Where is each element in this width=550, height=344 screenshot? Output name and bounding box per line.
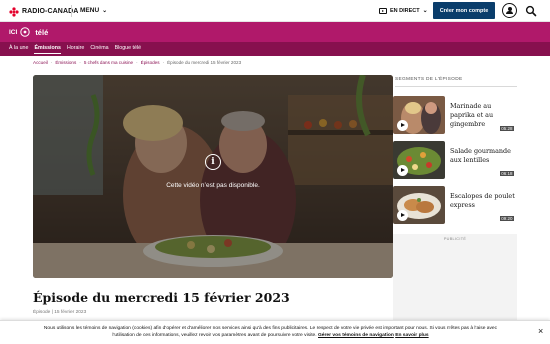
nav-item-emissions[interactable]: Émissions [34,45,61,54]
segment-duration: 06:18 [499,171,514,176]
breadcrumb-show[interactable]: 5 chefs dans ma cuisine [84,60,133,65]
breadcrumb-separator: · [136,60,138,65]
video-overlay [33,75,393,278]
top-bar: RADIO-CANADA MENU ⌄ EN DIRECT ⌄ Créer mo… [0,0,550,22]
segment-title[interactable]: Escalopes de poulet express [450,192,516,210]
brand-name: RADIO-CANADA [22,8,79,15]
ici-tele-logo[interactable]: ICI télé [9,27,48,37]
info-icon: i [205,154,221,170]
close-icon[interactable]: × [538,327,543,336]
video-unavailable-message: Cette vidéo n’est pas disponible. [166,182,260,189]
create-account-button[interactable]: Créer mon compte [433,2,495,19]
segment-title[interactable]: Salade gourmande aux lentilles [450,147,516,165]
chevron-down-icon: ⌄ [422,8,428,14]
cookie-banner: Nous utilisons les témoins de navigation… [0,320,550,344]
segment-card[interactable]: 05:28 Marinade au paprika et au gingembr… [393,96,517,134]
radio-canada-gem-icon [9,6,19,17]
breadcrumb-separator: · [79,60,81,65]
nav-item-horaire[interactable]: Horaire [67,45,84,54]
live-label: EN DIRECT [390,7,420,14]
ici-tele-header: ICI télé [0,22,550,42]
breadcrumb: Accueil · Émissions · 5 chefs dans ma cu… [33,60,241,65]
account-icon[interactable] [502,3,517,18]
ici-label: ICI [9,28,18,36]
segment-duration: 09:20 [499,216,514,221]
play-icon[interactable] [397,210,408,221]
nav-item-blogue-tele[interactable]: Blogue télé [115,45,142,54]
breadcrumb-separator: · [162,60,165,65]
segment-card[interactable]: 09:20 Escalopes de poulet express [393,186,517,224]
divider [395,86,517,87]
menu-button[interactable]: MENU ⌄ [80,7,107,14]
play-icon[interactable] [397,165,408,176]
tele-label: télé [35,27,49,37]
breadcrumb-home[interactable]: Accueil [33,60,48,65]
breadcrumb-episodes[interactable]: Épisodes [141,60,160,65]
section-nav: À la une Émissions Horaire Cinéma Blogue… [0,42,550,56]
chevron-down-icon: ⌄ [102,8,108,14]
menu-label: MENU [80,7,100,14]
episode-meta: Épisode | 15 février 2023 [33,310,87,315]
search-icon[interactable] [525,5,537,17]
ad-label: PUBLICITÉ [443,237,467,241]
cookie-line-1: Nous utilisons les témoins de navigation… [43,326,498,331]
play-icon[interactable] [397,120,408,131]
episode-title: Épisode du mercredi 15 février 2023 [33,290,290,305]
nav-item-cinema[interactable]: Cinéma [90,45,108,54]
segment-card[interactable]: 06:18 Salade gourmande aux lentilles [393,141,517,179]
learn-more-link[interactable]: En savoir plus [395,333,428,338]
cookie-line-2: l'utilisation de ces informations, veuil… [112,333,317,338]
ad-slot: PUBLICITÉ [393,234,517,334]
cookie-text: Nous utilisons les témoins de navigation… [8,325,533,339]
segment-title[interactable]: Marinade au paprika et au gingembre [450,102,516,129]
breadcrumb-separator: · [50,60,53,65]
nav-item-a-la-une[interactable]: À la une [9,45,28,54]
segments-heading: SEGMENTS DE L'ÉPISODE [395,77,463,82]
breadcrumb-emissions[interactable]: Émissions [55,60,76,65]
breadcrumb-current: Épisode du mercredi 15 février 2023 [167,60,242,65]
video-player[interactable]: i Cette vidéo n’est pas disponible. [33,75,393,278]
divider [71,5,72,17]
ici-gem-icon [20,27,31,37]
live-button[interactable]: EN DIRECT ⌄ [379,7,428,14]
manage-cookies-link[interactable]: Gérer vos témoins de navigation [318,333,394,338]
live-tv-icon [379,7,387,14]
radio-canada-logo[interactable]: RADIO-CANADA [9,6,78,17]
